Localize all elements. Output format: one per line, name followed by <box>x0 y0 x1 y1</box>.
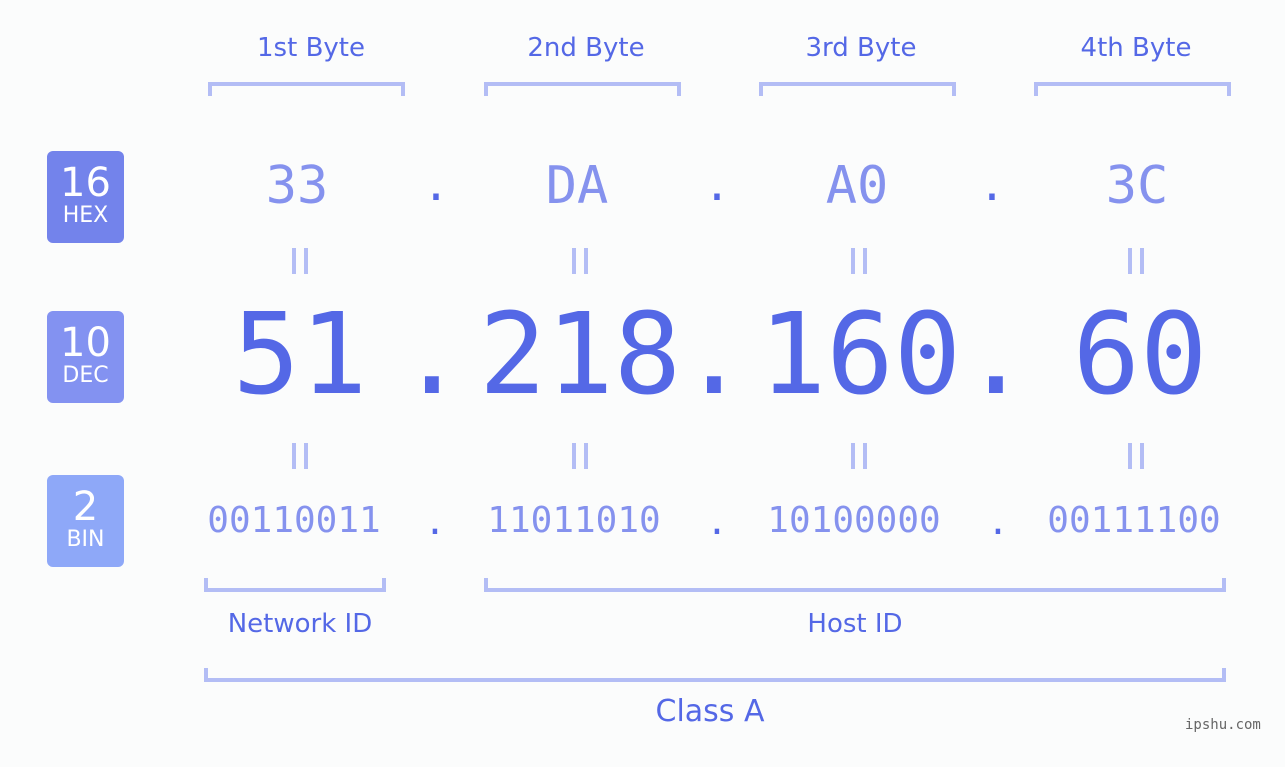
watermark: ipshu.com <box>1185 717 1261 733</box>
dec-badge: 10 DEC <box>47 311 124 403</box>
hex-badge: 16 HEX <box>47 151 124 243</box>
bin-byte-4: 00111100 <box>1047 500 1221 541</box>
hex-byte-4: 3C <box>1105 156 1169 216</box>
bin-separator-1: . <box>424 502 446 543</box>
equals-icon <box>1128 443 1144 469</box>
bin-byte-2: 11011010 <box>487 500 661 541</box>
network-id-label: Network ID <box>227 609 373 639</box>
byte-bracket-4 <box>1034 82 1231 96</box>
byte-label-1: 1st Byte <box>257 33 365 63</box>
bin-separator-2: . <box>706 502 728 543</box>
byte-label-3: 3rd Byte <box>805 33 917 63</box>
byte-label-4: 4th Byte <box>1080 33 1192 63</box>
byte-bracket-3 <box>759 82 956 96</box>
dec-separator-1: . <box>398 290 466 420</box>
bin-byte-1: 00110011 <box>207 500 381 541</box>
dec-separator-2: . <box>680 290 748 420</box>
equals-icon <box>292 443 308 469</box>
class-label: Class A <box>655 694 765 729</box>
equals-icon <box>572 248 588 274</box>
hex-badge-label: HEX <box>62 203 109 228</box>
equals-icon <box>572 443 588 469</box>
hex-badge-base: 16 <box>60 160 111 206</box>
dec-separator-3: . <box>962 290 1030 420</box>
byte-bracket-1 <box>208 82 405 96</box>
dec-badge-label: DEC <box>62 363 109 388</box>
hex-separator-2: . <box>703 160 731 211</box>
equals-icon <box>1128 248 1144 274</box>
hex-separator-1: . <box>422 160 450 211</box>
host-id-label: Host ID <box>807 609 903 639</box>
bin-badge: 2 BIN <box>47 475 124 567</box>
class-bracket <box>204 668 1226 682</box>
bin-byte-3: 10100000 <box>767 500 941 541</box>
hex-byte-2: DA <box>545 156 609 216</box>
bin-separator-3: . <box>987 502 1009 543</box>
equals-icon <box>292 248 308 274</box>
dec-badge-base: 10 <box>60 320 111 366</box>
byte-label-2: 2nd Byte <box>527 33 645 63</box>
host-id-bracket <box>484 578 1226 592</box>
hex-byte-1: 33 <box>265 156 329 216</box>
bin-badge-label: BIN <box>66 527 105 552</box>
dec-byte-4: 60 <box>1072 290 1208 420</box>
bin-badge-base: 2 <box>72 484 99 530</box>
equals-icon <box>851 248 867 274</box>
hex-byte-3: A0 <box>825 156 889 216</box>
equals-icon <box>851 443 867 469</box>
byte-bracket-2 <box>484 82 681 96</box>
network-id-bracket <box>204 578 386 592</box>
hex-separator-3: . <box>978 160 1006 211</box>
